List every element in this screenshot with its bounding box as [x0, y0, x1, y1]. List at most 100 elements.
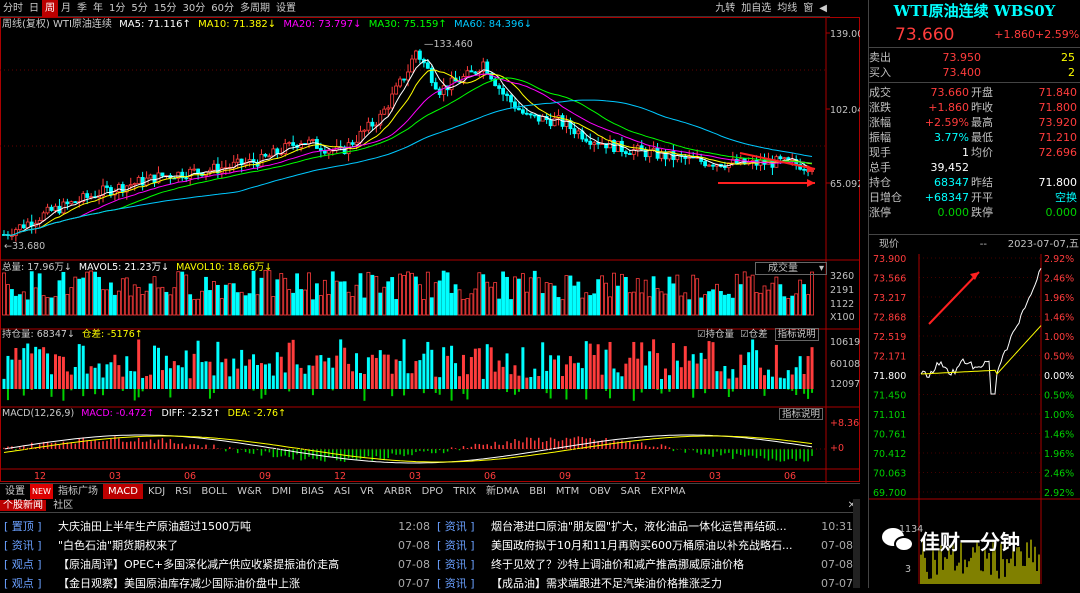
news-item-left-0[interactable]: [ 置顶 ]大庆油田上半年生产原油超过1500万吨12:08 — [0, 517, 430, 536]
period-1[interactable]: 日 — [26, 0, 42, 17]
tab-13[interactable]: DPO — [417, 484, 449, 499]
stat-label: 总手 — [869, 160, 909, 175]
news-scrollbar[interactable] — [853, 499, 860, 588]
tab-1[interactable]: NEW — [30, 484, 53, 499]
tab-4[interactable]: KDJ — [143, 484, 170, 499]
toolbar-right-0[interactable]: 九转 — [712, 3, 738, 14]
toolbar-right-3[interactable]: 窗 — [800, 3, 816, 14]
oi-explain-button[interactable]: 指标说明 — [775, 328, 819, 341]
news-item-right-0[interactable]: [ 资讯 ]烟台港进口原油"朋友圈"扩大，液化油品一体化运营再结硕...10:3… — [433, 517, 853, 536]
candle-body — [470, 71, 473, 72]
tab-19[interactable]: SAR — [616, 484, 646, 499]
toolbar-right-2[interactable]: 均线 — [774, 3, 800, 14]
x-axis-label: 03 — [409, 471, 421, 482]
tab-2[interactable]: 指标广场 — [53, 484, 103, 499]
quote-row-2: 涨幅+2.59%最高73.920 — [869, 115, 1080, 130]
oi-bar — [418, 360, 421, 389]
oi-diff-bar — [435, 389, 437, 393]
tab-16[interactable]: BBI — [524, 484, 551, 499]
news-item-right-1[interactable]: [ 资讯 ]美国政府拟于10月和11月再购买600万桶原油以补充战略石...07… — [433, 536, 853, 555]
news-item-left-3[interactable]: [ 观点 ]【金日观察】美国原油库存减少国际油价盘中上涨07-07 — [0, 574, 430, 593]
tab-9[interactable]: BIAS — [296, 484, 329, 499]
tab-11[interactable]: VR — [355, 484, 379, 499]
oi-diff-bar — [764, 389, 766, 396]
tab-7[interactable]: W&R — [232, 484, 267, 499]
indicator-select[interactable]: 成交量▾ — [755, 262, 827, 275]
oi-diff-bar — [169, 389, 171, 397]
candle-body — [403, 79, 406, 80]
intraday-vol-label: 3 — [905, 564, 911, 575]
news-item-left-2[interactable]: [ 观点 ]【原油周评】OPEC+多国深化减产供应收紧提振油价走高07-08 — [0, 555, 430, 574]
tab-6[interactable]: BOLL — [196, 484, 232, 499]
toolbar-right-1[interactable]: 加自选 — [738, 3, 774, 14]
oi-bar — [232, 359, 235, 389]
checkbox-oi[interactable]: ☑持仓量 — [697, 329, 734, 340]
tab-18[interactable]: OBV — [584, 484, 615, 499]
oi-axis-label: 12097 — [830, 379, 860, 390]
volume-bar — [454, 285, 457, 315]
period-9[interactable]: 30分 — [179, 0, 208, 17]
tab-17[interactable]: MTM — [551, 484, 584, 499]
volume-bar — [407, 272, 410, 315]
oi-bar — [62, 357, 65, 389]
volume-bar — [672, 284, 675, 315]
oi-bar — [454, 363, 457, 389]
oi-bar — [799, 356, 802, 389]
period-6[interactable]: 1分 — [106, 0, 128, 17]
x-axis-label: 12 — [634, 471, 646, 482]
tab-3[interactable]: MACD — [103, 484, 143, 499]
period-5[interactable]: 年 — [90, 0, 106, 17]
x-axis-label: 12 — [334, 471, 346, 482]
period-11[interactable]: 多周期 — [237, 0, 273, 17]
oi-bar — [208, 362, 211, 389]
period-3[interactable]: 月 — [58, 0, 74, 17]
news-right: [ 资讯 ]烟台港进口原油"朋友圈"扩大，液化油品一体化运营再结硕...10:3… — [433, 517, 853, 593]
volume-bar — [260, 278, 263, 315]
candle-body — [121, 184, 124, 192]
volume-bar — [668, 277, 671, 315]
volume-total: 总量: 17.96万↓ — [2, 262, 72, 273]
x-axis-label: 06 — [784, 471, 796, 482]
period-8[interactable]: 15分 — [151, 0, 180, 17]
macd-explain-button[interactable]: 指标说明 — [779, 408, 823, 420]
tab-community[interactable]: 社区 — [49, 500, 77, 511]
news-item-left-1[interactable]: [ 资讯 ]"白色石油"期货期权来了07-08 — [0, 536, 430, 555]
candle-body — [236, 159, 239, 162]
period-12[interactable]: 设置 — [273, 0, 299, 17]
tab-12[interactable]: ARBR — [379, 484, 417, 499]
scroll-left-icon[interactable]: ◀ — [816, 3, 830, 14]
period-7[interactable]: 5分 — [128, 0, 150, 17]
tab-5[interactable]: RSI — [170, 484, 196, 499]
volume-bar — [450, 293, 453, 315]
oi-bar — [517, 376, 520, 389]
tab-15[interactable]: 新DMA — [481, 484, 524, 499]
oi-diff-bar — [585, 389, 587, 399]
tab-stock-news[interactable]: 个股新闻 — [0, 500, 46, 511]
tab-10[interactable]: ASI — [329, 484, 355, 499]
oi-bar — [276, 352, 279, 389]
oi-bar — [395, 359, 398, 389]
period-10[interactable]: 60分 — [208, 0, 237, 17]
candle-body — [704, 161, 707, 165]
candle-body — [466, 71, 469, 77]
volume-bar — [38, 274, 41, 315]
oi-bar — [747, 352, 750, 389]
volume-bar — [723, 295, 726, 315]
oi-bar — [779, 378, 782, 389]
candle-body — [529, 114, 532, 115]
news-tag: [ 资讯 ] — [437, 555, 487, 574]
tab-20[interactable]: EXPMA — [646, 484, 691, 499]
news-item-right-3[interactable]: [ 资讯 ]【成品油】需求端跟进不足汽柴油价格推涨乏力07-07 — [433, 574, 853, 593]
checkbox-diff[interactable]: ☑仓差 — [740, 329, 768, 340]
tab-14[interactable]: TRIX — [448, 484, 481, 499]
news-item-right-2[interactable]: [ 资讯 ]终于见效了？沙特上调油价和减产推高挪威原油价格07-08 — [433, 555, 853, 574]
tab-8[interactable]: DMI — [267, 484, 296, 499]
period-4[interactable]: 季 — [74, 0, 90, 17]
oi-bar — [723, 366, 726, 389]
period-2[interactable]: 周 — [42, 0, 58, 17]
oi-bar — [620, 376, 623, 389]
period-0[interactable]: 分时 — [0, 0, 26, 17]
volume-bar — [197, 299, 200, 315]
tab-0[interactable]: 设置 — [0, 484, 30, 499]
volume-bar — [331, 272, 334, 315]
